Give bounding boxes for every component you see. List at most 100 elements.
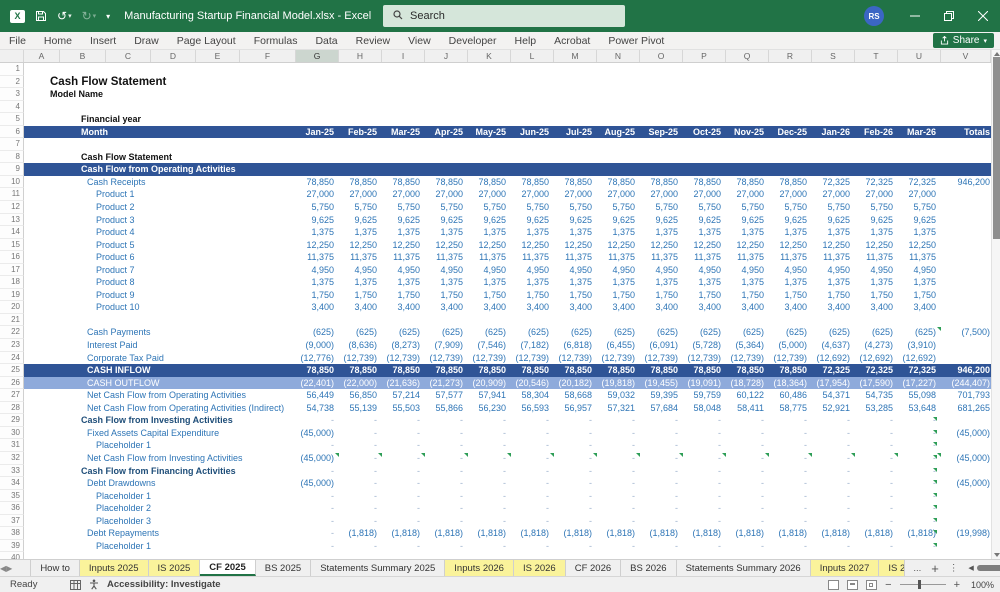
cell[interactable]: 27,000 (468, 188, 511, 201)
cell[interactable]: 4,950 (683, 264, 726, 277)
cell[interactable]: - (554, 502, 597, 515)
cell[interactable]: - (769, 439, 812, 452)
row-label[interactable]: Net Cash Flow from Operating Activities (24, 389, 296, 402)
cell[interactable]: (625) (898, 326, 941, 339)
row-label[interactable]: Model Name (24, 88, 296, 101)
column-header-K[interactable]: K (468, 50, 511, 62)
sheet-tab-inputs-2025[interactable]: Inputs 2025 (79, 560, 149, 576)
row-label[interactable]: Debt Repayments (24, 527, 296, 540)
cell[interactable]: - (382, 465, 425, 478)
cell[interactable]: - (812, 515, 855, 528)
column-header-V[interactable]: V (941, 50, 991, 62)
cell-total[interactable] (941, 239, 991, 252)
zoom-in-icon[interactable]: + (954, 579, 960, 591)
cell[interactable]: (20,182) (554, 376, 597, 390)
cell[interactable]: 27,000 (554, 188, 597, 201)
cell[interactable]: - (597, 477, 640, 490)
cell[interactable]: 11,375 (769, 251, 812, 264)
cell[interactable]: 1,750 (296, 289, 339, 302)
cell[interactable]: 5,750 (855, 201, 898, 214)
cell[interactable]: 57,214 (382, 389, 425, 402)
cell[interactable]: 57,684 (640, 402, 683, 415)
cell[interactable]: (1,818) (425, 527, 468, 540)
cell[interactable]: (18,364) (769, 376, 812, 390)
cell[interactable]: - (855, 502, 898, 515)
cell[interactable]: - (812, 540, 855, 553)
menu-tab-acrobat[interactable]: Acrobat (545, 35, 599, 47)
cell[interactable]: 5,750 (554, 201, 597, 214)
cell[interactable]: 78,850 (339, 176, 382, 189)
cell[interactable]: 56,850 (339, 389, 382, 402)
cell[interactable]: - (683, 452, 726, 465)
column-header-D[interactable]: D (151, 50, 196, 62)
cell[interactable]: - (382, 502, 425, 515)
cell[interactable]: - (425, 427, 468, 440)
cell[interactable]: 4,950 (425, 264, 468, 277)
cell[interactable]: (12,739) (597, 352, 640, 365)
cell[interactable]: 1,375 (382, 226, 425, 239)
cell[interactable]: (4,273) (855, 339, 898, 352)
cell[interactable]: 72,325 (898, 364, 941, 377)
cell[interactable]: - (511, 439, 554, 452)
cell[interactable]: 78,850 (683, 364, 726, 377)
cell[interactable]: 5,750 (468, 201, 511, 214)
tab-options-icon[interactable]: ⋮ (949, 563, 959, 574)
cell[interactable]: 58,048 (683, 402, 726, 415)
cell-total[interactable] (941, 414, 991, 427)
cell[interactable]: - (382, 490, 425, 503)
cell[interactable]: - (511, 502, 554, 515)
cell[interactable]: - (425, 540, 468, 553)
row-label[interactable]: Product 6 (24, 251, 296, 264)
cell[interactable]: (17,227) (898, 376, 941, 390)
cell[interactable]: - (511, 515, 554, 528)
row-header-40[interactable]: 40 (0, 552, 24, 559)
cell[interactable]: - (597, 452, 640, 465)
cell[interactable]: (12,739) (640, 352, 683, 365)
cell[interactable]: Mar-26 (898, 125, 941, 139)
cell[interactable]: 12,250 (898, 239, 941, 252)
cell[interactable]: - (640, 452, 683, 465)
cell[interactable]: (1,818) (511, 527, 554, 540)
cell[interactable]: 11,375 (597, 251, 640, 264)
cell[interactable]: 3,400 (726, 301, 769, 314)
cell[interactable]: - (339, 427, 382, 440)
hscroll-left-icon[interactable]: ◀ (968, 564, 973, 572)
cell[interactable]: 58,304 (511, 389, 554, 402)
cell[interactable]: - (683, 540, 726, 553)
menu-tab-developer[interactable]: Developer (440, 35, 506, 47)
cell[interactable]: Oct-25 (683, 125, 726, 139)
cell[interactable]: 12,250 (554, 239, 597, 252)
cell[interactable]: (625) (597, 326, 640, 339)
cell[interactable]: 27,000 (726, 188, 769, 201)
cell[interactable]: 1,375 (382, 276, 425, 289)
cell[interactable]: - (468, 439, 511, 452)
column-header-R[interactable]: R (769, 50, 812, 62)
cell[interactable]: - (382, 477, 425, 490)
column-header-H[interactable]: H (339, 50, 382, 62)
cell[interactable]: 1,375 (597, 276, 640, 289)
cell[interactable]: 78,850 (511, 364, 554, 377)
cell[interactable]: Feb-25 (339, 125, 382, 139)
excel-app-icon[interactable]: X (10, 9, 25, 23)
cell[interactable]: - (425, 414, 468, 427)
row-header-17[interactable]: 17 (0, 263, 24, 277)
column-header-J[interactable]: J (425, 50, 468, 62)
cell[interactable]: 1,375 (726, 226, 769, 239)
cell[interactable]: - (726, 465, 769, 478)
cell[interactable]: 9,625 (382, 214, 425, 227)
cell[interactable]: 12,250 (683, 239, 726, 252)
cell[interactable]: (7,909) (425, 339, 468, 352)
cell[interactable]: (625) (425, 326, 468, 339)
cell[interactable]: 1,375 (339, 276, 382, 289)
cell[interactable]: 1,375 (554, 276, 597, 289)
row-label[interactable]: Product 10 (24, 301, 296, 314)
row-header-24[interactable]: 24 (0, 351, 24, 365)
cell[interactable]: 5,750 (511, 201, 554, 214)
row-label[interactable]: Cash Flow from Operating Activities (24, 163, 296, 176)
row-header-31[interactable]: 31 (0, 439, 24, 452)
cell[interactable]: 12,250 (597, 239, 640, 252)
cell[interactable]: 54,738 (296, 402, 339, 415)
cell[interactable]: - (511, 540, 554, 553)
row-label[interactable]: CASH INFLOW (24, 364, 296, 377)
cell[interactable]: - (468, 452, 511, 465)
